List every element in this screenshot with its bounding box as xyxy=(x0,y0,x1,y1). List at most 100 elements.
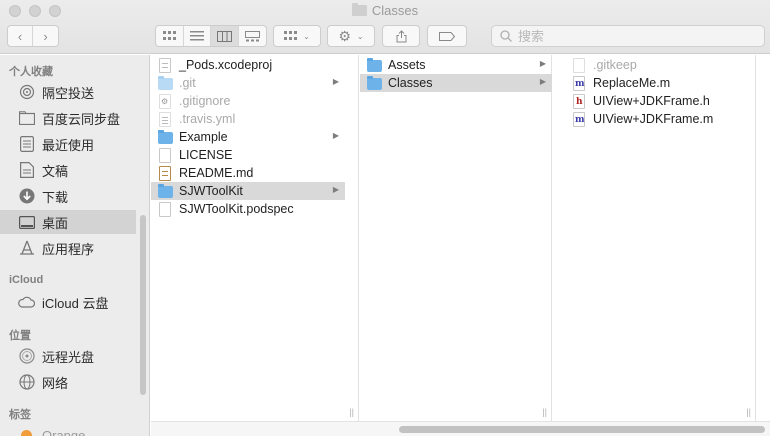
disclosure-arrow-icon: ▶ xyxy=(539,59,546,68)
gallery-icon xyxy=(244,30,260,41)
desktop-icon xyxy=(18,214,35,231)
horizontal-scrollbar[interactable] xyxy=(151,421,770,436)
sidebar-item-label: 文稿 xyxy=(42,163,69,179)
gear-icon: ⚙ xyxy=(338,27,351,44)
cloud-icon xyxy=(18,294,35,311)
sidebar-item-remote-disc[interactable]: 远程光盘 xyxy=(0,344,136,368)
chevron-down-icon: ⌄ xyxy=(356,31,364,41)
group-by-menu[interactable]: ⌄ xyxy=(273,25,321,47)
markdown-file-icon xyxy=(157,165,173,181)
airdrop-icon xyxy=(18,84,35,101)
disclosure-arrow-icon: ▶ xyxy=(332,185,339,194)
documents-icon xyxy=(18,162,35,179)
list-item[interactable]: README.md xyxy=(151,164,345,182)
nav-buttons: ‹ › xyxy=(7,25,59,47)
sidebar-item-applications[interactable]: 应用程序 xyxy=(0,236,136,260)
locations-heading: 位置 xyxy=(9,330,31,342)
back-button[interactable]: ‹ xyxy=(8,26,34,46)
list-view-button[interactable] xyxy=(184,26,211,46)
sidebar-item-network[interactable]: 网络 xyxy=(0,370,136,394)
chevron-left-icon: ‹ xyxy=(17,28,23,44)
disclosure-arrow-icon: ▶ xyxy=(539,77,546,86)
file-name: UIView+JDKFrame.m xyxy=(593,112,714,126)
sidebar-item-label: 隔空投送 xyxy=(42,85,95,101)
list-item[interactable]: m UIView+JDKFrame.m xyxy=(565,110,755,128)
column-resize-handle[interactable]: || xyxy=(542,407,547,417)
document-icon xyxy=(157,201,173,217)
list-item[interactable]: ⚙ .gitignore xyxy=(151,92,345,110)
file-name: README.md xyxy=(179,166,254,180)
list-item[interactable]: _Pods.xcodeproj xyxy=(151,56,345,74)
chevron-down-icon: ⌄ xyxy=(303,31,310,41)
sidebar-scrollbar[interactable] xyxy=(140,215,146,395)
folder-name: .git xyxy=(179,76,196,90)
document-icon xyxy=(157,147,173,163)
column-3: .gitkeep m ReplaceMe.m h UIView+JDKFrame… xyxy=(565,55,756,421)
settings-file-icon: ⚙ xyxy=(157,93,173,109)
folder-icon xyxy=(157,183,173,199)
view-mode-switcher xyxy=(155,25,267,47)
disclosure-arrow-icon: ▶ xyxy=(332,77,339,86)
objc-source-file-icon: m xyxy=(571,111,587,127)
sidebar-item-airdrop[interactable]: 隔空投送 xyxy=(0,80,136,104)
folder-icon xyxy=(351,3,367,16)
action-menu[interactable]: ⚙ ⌄ xyxy=(327,25,375,47)
list-item[interactable]: .gitkeep xyxy=(565,56,755,74)
forward-button[interactable]: › xyxy=(33,26,58,46)
list-item[interactable]: SJWToolKit ▶ xyxy=(151,182,345,200)
folder-icon xyxy=(366,75,382,91)
list-icon xyxy=(189,31,204,41)
search-field[interactable] xyxy=(491,25,765,47)
sidebar-item-label: iCloud 云盘 xyxy=(42,295,109,311)
list-item[interactable]: Assets ▶ xyxy=(360,56,552,74)
folder-name: SJWToolKit xyxy=(179,184,243,198)
grid-icon xyxy=(162,31,176,40)
folder-name: Example xyxy=(179,130,228,144)
tags-heading: 标签 xyxy=(9,409,31,421)
sidebar-item-downloads[interactable]: 下载 xyxy=(0,184,136,208)
sidebar-item-label: 最近使用 xyxy=(42,137,95,153)
chevron-right-icon: › xyxy=(43,28,48,44)
network-icon xyxy=(18,374,35,391)
tag-icon xyxy=(439,31,455,41)
scrollbar-thumb[interactable] xyxy=(399,426,765,433)
sidebar-item-icloud-drive[interactable]: iCloud 云盘 xyxy=(0,290,136,314)
list-item[interactable]: Example ▶ xyxy=(151,128,345,146)
sidebar-item-recents[interactable]: 最近使用 xyxy=(0,132,136,156)
file-name: UIView+JDKFrame.h xyxy=(593,94,710,108)
disc-icon xyxy=(18,348,35,365)
title-bar: Classes ‹ › ⌄ ⚙ ⌄ xyxy=(0,0,770,54)
tags-button[interactable] xyxy=(427,25,467,47)
gallery-view-button[interactable] xyxy=(239,26,266,46)
list-item[interactable]: Classes ▶ xyxy=(360,74,552,92)
disclosure-arrow-icon: ▶ xyxy=(332,131,339,140)
list-item[interactable]: SJWToolKit.podspec xyxy=(151,200,345,218)
window-title-text: Classes xyxy=(371,3,419,18)
list-item[interactable]: .travis.yml xyxy=(151,110,345,128)
icon-view-button[interactable] xyxy=(156,26,184,46)
text-file-icon xyxy=(157,111,173,127)
list-item[interactable]: m ReplaceMe.m xyxy=(565,74,755,92)
sidebar-item-label: 网络 xyxy=(42,375,69,391)
header-file-icon: h xyxy=(571,93,587,109)
columns-icon xyxy=(216,30,232,42)
share-button[interactable] xyxy=(382,25,420,47)
group-grid-icon xyxy=(284,31,298,40)
search-input[interactable] xyxy=(518,28,738,44)
objc-source-file-icon: m xyxy=(571,75,587,91)
file-name: LICENSE xyxy=(179,148,233,162)
list-item[interactable]: .git ▶ xyxy=(151,74,345,92)
column-resize-handle[interactable]: || xyxy=(746,407,751,417)
column-view-button[interactable] xyxy=(211,26,239,46)
sidebar-item-baidu-sync[interactable]: 百度云同步盘 xyxy=(0,106,136,130)
sidebar-item-tag-orange[interactable]: Orange xyxy=(0,423,136,436)
sidebar-item-documents[interactable]: 文稿 xyxy=(0,158,136,182)
orange-tag-dot-icon xyxy=(18,427,35,436)
list-item[interactable]: h UIView+JDKFrame.h xyxy=(565,92,755,110)
sidebar-item-label: 应用程序 xyxy=(42,241,95,257)
sidebar-item-desktop[interactable]: 桌面 xyxy=(0,210,136,234)
recents-icon xyxy=(18,136,35,153)
column-resize-handle[interactable]: || xyxy=(349,407,354,417)
favorites-heading: 个人收藏 xyxy=(9,66,53,78)
list-item[interactable]: LICENSE xyxy=(151,146,345,164)
